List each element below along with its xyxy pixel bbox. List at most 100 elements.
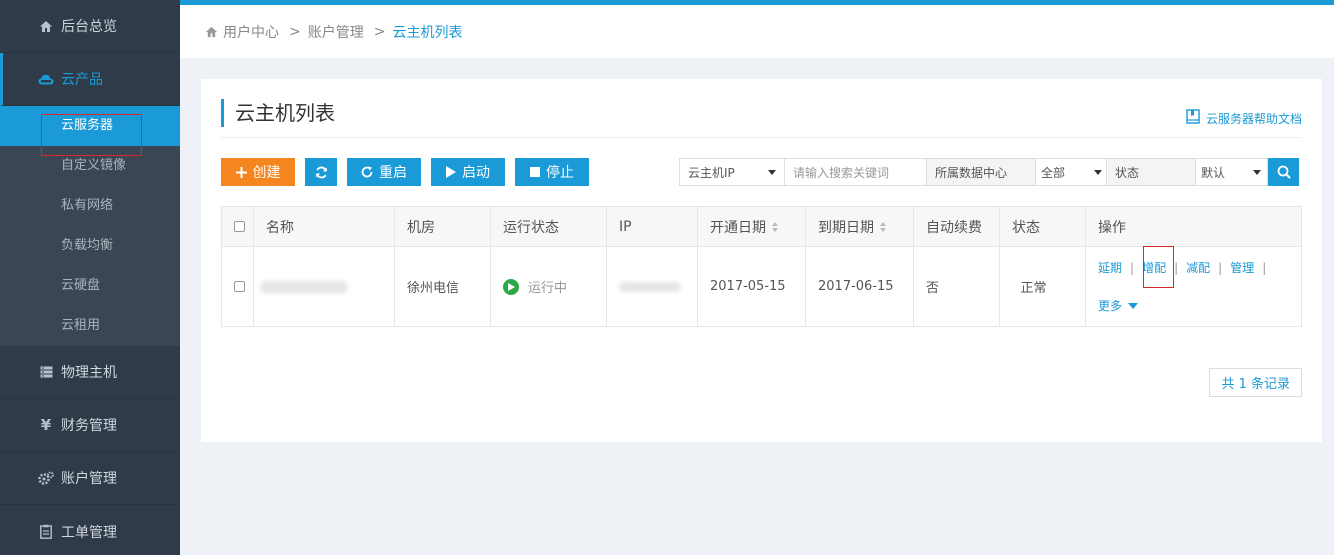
status-select[interactable]: 默认 [1195, 158, 1268, 186]
header-run-state[interactable]: 运行状态 [491, 207, 607, 246]
header-ip[interactable]: IP [607, 207, 698, 246]
redacted-name [260, 280, 348, 293]
op-extend-link[interactable]: 延期 [1098, 259, 1122, 276]
header-open-date-label: 开通日期 [710, 219, 766, 236]
row-run-state-cell: 运行中 [491, 247, 607, 326]
row-checkbox[interactable] [234, 281, 245, 292]
sort-icon [880, 221, 886, 232]
vm-table: 名称 机房 运行状态 IP 开通日期 到期日期 自动续费 状态 操作 徐州电信 [221, 206, 1302, 327]
running-icon [503, 278, 519, 295]
header-auto-renew[interactable]: 自动续费 [914, 207, 1000, 246]
highlight-box-cloud-server [41, 114, 142, 156]
header-name[interactable]: 名称 [254, 207, 395, 246]
chevron-down-icon [1094, 170, 1102, 175]
datacenter-label: 所属数据中心 [926, 158, 1036, 186]
sidebar-item-overview[interactable]: 后台总览 [0, 0, 180, 53]
sidebar-subitem-load-balancer[interactable]: 负载均衡 [0, 226, 180, 266]
row-name-cell [254, 247, 395, 326]
create-button[interactable]: 创建 [221, 158, 295, 186]
home-icon [205, 26, 218, 38]
op-separator: | [1218, 260, 1223, 275]
help-doc-link[interactable]: 云服务器帮助文档 [1186, 109, 1302, 127]
sidebar-item-label: 工单管理 [61, 524, 117, 541]
status-value: 默认 [1201, 165, 1226, 180]
chevron-down-icon [768, 170, 776, 175]
plus-icon [235, 166, 247, 178]
sidebar-item-label: 物理主机 [61, 365, 117, 381]
book-icon [1186, 109, 1200, 127]
breadcrumb-separator: > [373, 23, 386, 40]
search-type-value: 云主机IP [688, 165, 735, 180]
op-separator: | [1130, 260, 1135, 275]
sidebar-item-cloud-products[interactable]: 云产品 [0, 53, 180, 106]
more-label: 更多 [1098, 299, 1123, 313]
op-manage-link[interactable]: 管理 [1230, 259, 1254, 276]
record-count: 共 1 条记录 [1209, 368, 1302, 397]
gears-icon [38, 470, 54, 486]
play-icon [446, 166, 456, 178]
row-auto-renew: 否 [914, 247, 1000, 326]
refresh-button[interactable] [305, 158, 337, 186]
row-run-state: 运行中 [528, 281, 568, 296]
breadcrumb-account[interactable]: 账户管理 [308, 22, 364, 42]
help-doc-label: 云服务器帮助文档 [1205, 111, 1302, 126]
header-ops: 操作 [1098, 219, 1126, 236]
sidebar-item-finance[interactable]: ¥ 财务管理 [0, 399, 180, 452]
sidebar-subitem-private-network[interactable]: 私有网络 [0, 186, 180, 226]
header-expire-date-label: 到期日期 [818, 219, 874, 236]
refresh-icon [315, 166, 328, 179]
start-label: 启动 [462, 165, 490, 181]
server-icon [38, 364, 54, 380]
table-row: 徐州电信 运行中 2017-05-15 2017-06-15 否 正常 延期 |… [222, 247, 1301, 326]
chevron-down-icon [1253, 170, 1261, 175]
title-divider [221, 137, 1302, 138]
more-dropdown[interactable]: 更多 [1098, 297, 1139, 314]
search-type-select[interactable]: 云主机IP [679, 158, 785, 186]
sidebar-subitem-cloud-disk[interactable]: 云硬盘 [0, 266, 180, 306]
breadcrumb-user-center[interactable]: 用户中心 [223, 22, 279, 42]
select-all-checkbox[interactable] [234, 221, 245, 232]
header-status[interactable]: 状态 [1000, 207, 1086, 246]
status-label-text: 状态 [1115, 165, 1140, 180]
restart-label: 重启 [379, 165, 407, 181]
create-label: 创建 [252, 165, 281, 181]
header-open-date[interactable]: 开通日期 [698, 207, 806, 246]
redacted-ip [619, 281, 681, 292]
datacenter-label-text: 所属数据中心 [935, 165, 1008, 180]
sort-icon [772, 221, 778, 232]
search-button[interactable] [1268, 158, 1299, 186]
op-downgrade-link[interactable]: 减配 [1186, 259, 1210, 276]
row-ops-cell: 延期 | 增配 | 减配 | 管理 | 更多 [1086, 247, 1301, 326]
row-open-date: 2017-05-15 [698, 247, 806, 326]
sidebar-item-account[interactable]: 账户管理 [0, 452, 180, 505]
filter-bar: 云主机IP 请输入搜索关键词 所属数据中心 全部 状态 默认 [679, 158, 1299, 186]
row-expire-date: 2017-06-15 [806, 247, 914, 326]
stop-icon [530, 167, 540, 177]
sidebar-subitem-cloud-rent[interactable]: 云租用 [0, 306, 180, 346]
row-status: 正常 [1000, 247, 1086, 326]
restart-button[interactable]: 重启 [347, 158, 421, 186]
datacenter-select[interactable]: 全部 [1035, 158, 1107, 186]
stop-button[interactable]: 停止 [515, 158, 589, 186]
sidebar: 后台总览 云产品 云服务器 自定义镜像 私有网络 负载均衡 云硬盘 云租用 物理… [0, 0, 180, 555]
restart-icon [361, 166, 373, 178]
highlight-box-upgrade [1143, 246, 1174, 288]
search-input[interactable]: 请输入搜索关键词 [784, 158, 927, 186]
row-select-cell [222, 247, 254, 326]
table-header: 名称 机房 运行状态 IP 开通日期 到期日期 自动续费 状态 操作 [222, 207, 1301, 247]
sidebar-item-label: 财务管理 [61, 418, 117, 434]
select-all-cell [222, 207, 254, 246]
start-button[interactable]: 启动 [431, 158, 505, 186]
caret-down-icon [1128, 302, 1139, 309]
search-placeholder: 请输入搜索关键词 [793, 165, 890, 180]
header-room[interactable]: 机房 [395, 207, 491, 246]
sidebar-item-physical-host[interactable]: 物理主机 [0, 346, 180, 399]
sidebar-item-ticket[interactable]: 工单管理 [0, 505, 180, 555]
sidebar-item-label: 账户管理 [61, 471, 117, 487]
status-label: 状态 [1106, 158, 1196, 186]
header-expire-date[interactable]: 到期日期 [806, 207, 914, 246]
yen-icon: ¥ [40, 416, 52, 434]
ops-links: 延期 | 增配 | 减配 | 管理 | [1098, 259, 1274, 276]
op-separator: | [1174, 260, 1179, 275]
cloud-icon [38, 71, 54, 87]
